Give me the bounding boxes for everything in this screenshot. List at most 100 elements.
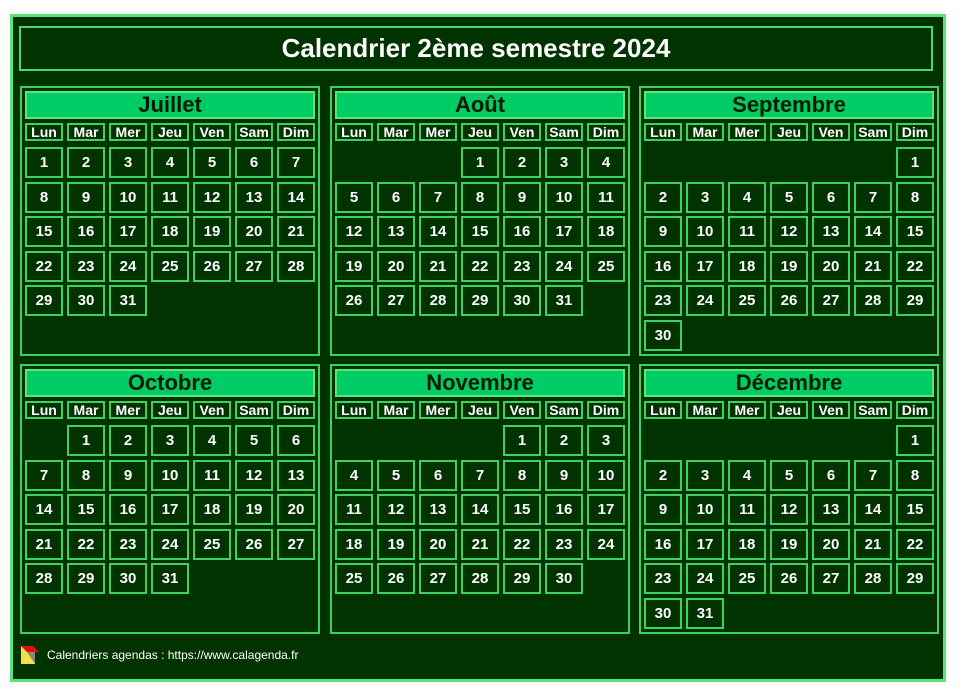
day-cell: 2 (545, 425, 583, 456)
day-cell: 22 (67, 528, 105, 560)
day-cell: 1 (896, 425, 934, 456)
day-cell: 28 (419, 285, 457, 316)
day-cell: 29 (896, 285, 934, 316)
days-grid: 1 2 3 4 5 6 7 8 9 10 11 12 13 14 15 16 17 18 19 20 21 22 23 24 2… (25, 147, 319, 320)
day-cell: 21 (277, 216, 315, 247)
day-cell: 21 (854, 528, 892, 560)
day-cell: 5 (770, 181, 808, 213)
day-cell: 12 (377, 494, 415, 525)
day-cell: 30 (545, 563, 583, 594)
day-cell: 1 (67, 425, 105, 456)
day-cell: 30 (67, 285, 105, 316)
empty-cell (812, 425, 850, 456)
day-cell: 22 (461, 250, 499, 282)
weekday-header: Sam (545, 123, 583, 141)
month-panel-4: Novembre Lun Mar Mer Jeu Ven Sam Dim 1 2 3 4 5 6 7 8 9 10… (330, 364, 630, 634)
day-cell: 11 (335, 494, 373, 525)
empty-cell (770, 147, 808, 178)
day-cell: 24 (686, 563, 724, 594)
day-cell: 13 (235, 181, 273, 213)
day-cell: 27 (277, 528, 315, 560)
day-cell: 30 (644, 319, 682, 351)
day-cell: 10 (686, 494, 724, 525)
day-cell: 31 (686, 597, 724, 629)
day-cell: 6 (812, 181, 850, 213)
day-cell: 6 (812, 459, 850, 491)
weekday-header: Lun (25, 401, 63, 419)
day-cell: 23 (545, 528, 583, 560)
day-cell: 23 (109, 528, 147, 560)
day-cell: 2 (503, 147, 541, 178)
day-cell: 25 (728, 285, 766, 316)
day-cell: 25 (587, 250, 625, 282)
day-cell: 19 (770, 528, 808, 560)
weekday-header: Mer (728, 401, 766, 419)
day-cell: 9 (644, 216, 682, 247)
day-cell: 14 (277, 181, 315, 213)
day-cell: 4 (587, 147, 625, 178)
day-cell: 5 (377, 459, 415, 491)
day-cell: 7 (419, 181, 457, 213)
empty-cell (770, 425, 808, 456)
empty-cell (686, 425, 724, 456)
day-cell: 25 (193, 528, 231, 560)
day-cell: 8 (25, 181, 63, 213)
day-cell: 24 (587, 528, 625, 560)
day-cell: 19 (335, 250, 373, 282)
day-cell: 26 (335, 285, 373, 316)
month-grid: Lun Mar Mer Jeu Ven Sam Dim 1 2 3 4 5 6 7 8 9 10 11 12 13 14… (644, 401, 938, 632)
day-cell: 20 (812, 250, 850, 282)
day-cell: 6 (419, 459, 457, 491)
weekday-header: Sam (235, 123, 273, 141)
day-cell: 28 (461, 563, 499, 594)
day-cell: 2 (644, 459, 682, 491)
day-cell: 17 (686, 250, 724, 282)
day-cell: 11 (587, 181, 625, 213)
day-cell: 8 (67, 459, 105, 491)
empty-cell (644, 147, 682, 178)
day-cell: 24 (545, 250, 583, 282)
day-cell: 3 (587, 425, 625, 456)
day-cell: 14 (461, 494, 499, 525)
day-cell: 29 (461, 285, 499, 316)
day-cell: 16 (109, 494, 147, 525)
weekday-header: Dim (587, 401, 625, 419)
page-title: Calendrier 2ème semestre 2024 (19, 26, 933, 71)
weekday-header: Mer (109, 401, 147, 419)
empty-cell (854, 425, 892, 456)
weekday-header: Ven (193, 401, 231, 419)
day-cell: 1 (503, 425, 541, 456)
day-cell: 1 (25, 147, 63, 178)
day-cell: 27 (419, 563, 457, 594)
day-cell: 22 (896, 250, 934, 282)
day-cell: 13 (812, 494, 850, 525)
day-cell: 29 (896, 563, 934, 594)
weekday-header: Dim (587, 123, 625, 141)
weekday-header: Ven (503, 123, 541, 141)
day-cell: 13 (377, 216, 415, 247)
day-cell: 18 (728, 250, 766, 282)
footer-link[interactable]: Calendriers agendas : https://www.calage… (47, 648, 298, 662)
weekday-header: Mar (686, 401, 724, 419)
day-cell: 7 (461, 459, 499, 491)
day-cell: 27 (812, 285, 850, 316)
day-cell: 13 (812, 216, 850, 247)
empty-cell (461, 425, 499, 456)
weekday-header: Sam (545, 401, 583, 419)
day-cell: 14 (854, 216, 892, 247)
day-cell: 16 (67, 216, 105, 247)
day-cell: 30 (644, 597, 682, 629)
day-cell: 10 (686, 216, 724, 247)
day-cell: 3 (686, 459, 724, 491)
day-cell: 19 (193, 216, 231, 247)
month-grid: Lun Mar Mer Jeu Ven Sam Dim 1 2 3 4 5 6 7 8 9 10 11 12 13 14… (335, 123, 629, 320)
day-cell: 4 (728, 181, 766, 213)
day-cell: 10 (151, 459, 189, 491)
month-panel-5: Décembre Lun Mar Mer Jeu Ven Sam Dim 1 2 3 4 5 6 7 8 9 10… (639, 364, 939, 634)
days-grid: 1 2 3 4 5 6 7 8 9 10 11 12 13 14 15 16 17 18 19 20 21 22 23 24 2… (25, 425, 319, 598)
day-cell: 18 (335, 528, 373, 560)
day-cell: 29 (25, 285, 63, 316)
weekday-header: Jeu (151, 401, 189, 419)
day-cell: 6 (277, 425, 315, 456)
day-cell: 17 (587, 494, 625, 525)
